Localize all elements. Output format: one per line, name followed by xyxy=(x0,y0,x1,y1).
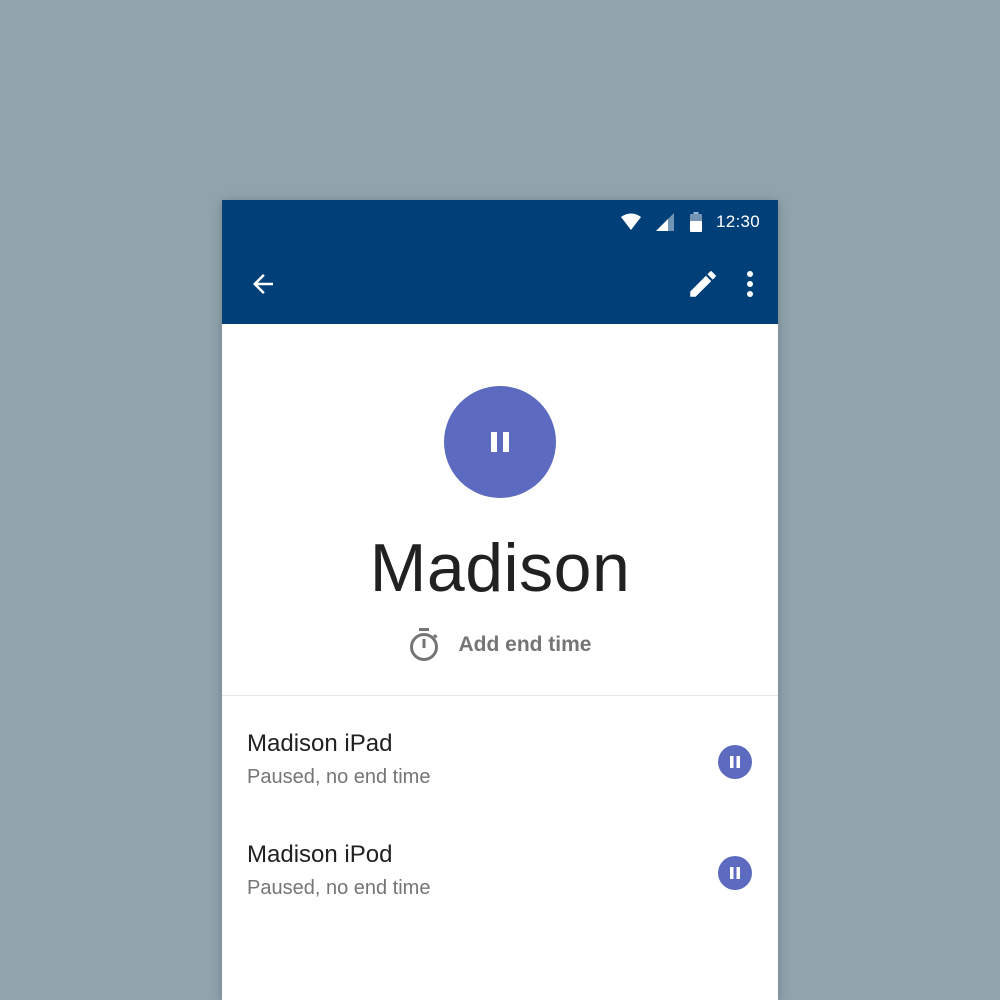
status-bar: 12:30 xyxy=(222,200,778,244)
list-item[interactable]: Madison iPod Paused, no end time xyxy=(222,821,778,932)
pause-icon xyxy=(729,755,741,769)
list-item[interactable]: Madison iPad Paused, no end time xyxy=(222,710,778,821)
device-name: Madison iPad xyxy=(247,730,393,757)
battery-icon xyxy=(689,212,702,232)
signal-icon xyxy=(655,213,676,231)
wifi-icon xyxy=(620,213,642,231)
profile-header: Madison Add end time xyxy=(222,324,778,696)
device-name: Madison iPod xyxy=(247,841,393,868)
device-list: Madison iPad Paused, no end time Madison… xyxy=(222,696,778,932)
phone-screen: 12:30 Madison Add end time Madison iPad … xyxy=(222,200,778,1000)
app-bar xyxy=(222,244,778,324)
device-status: Paused, no end time xyxy=(247,877,431,899)
timer-icon xyxy=(408,628,440,662)
profile-name: Madison xyxy=(369,530,631,606)
device-pause-button[interactable] xyxy=(718,855,752,890)
more-vert-icon[interactable] xyxy=(746,270,754,298)
device-status: Paused, no end time xyxy=(247,766,431,788)
add-end-time-label: Add end time xyxy=(458,633,592,656)
edit-pencil-icon[interactable] xyxy=(686,267,720,301)
profile-pause-button[interactable] xyxy=(444,386,556,498)
pause-icon xyxy=(489,430,511,454)
status-time: 12:30 xyxy=(715,212,760,231)
pause-icon xyxy=(729,866,741,880)
add-end-time-button[interactable]: Add end time xyxy=(408,628,592,662)
device-pause-button[interactable] xyxy=(718,744,752,779)
back-arrow-icon[interactable] xyxy=(248,269,278,299)
